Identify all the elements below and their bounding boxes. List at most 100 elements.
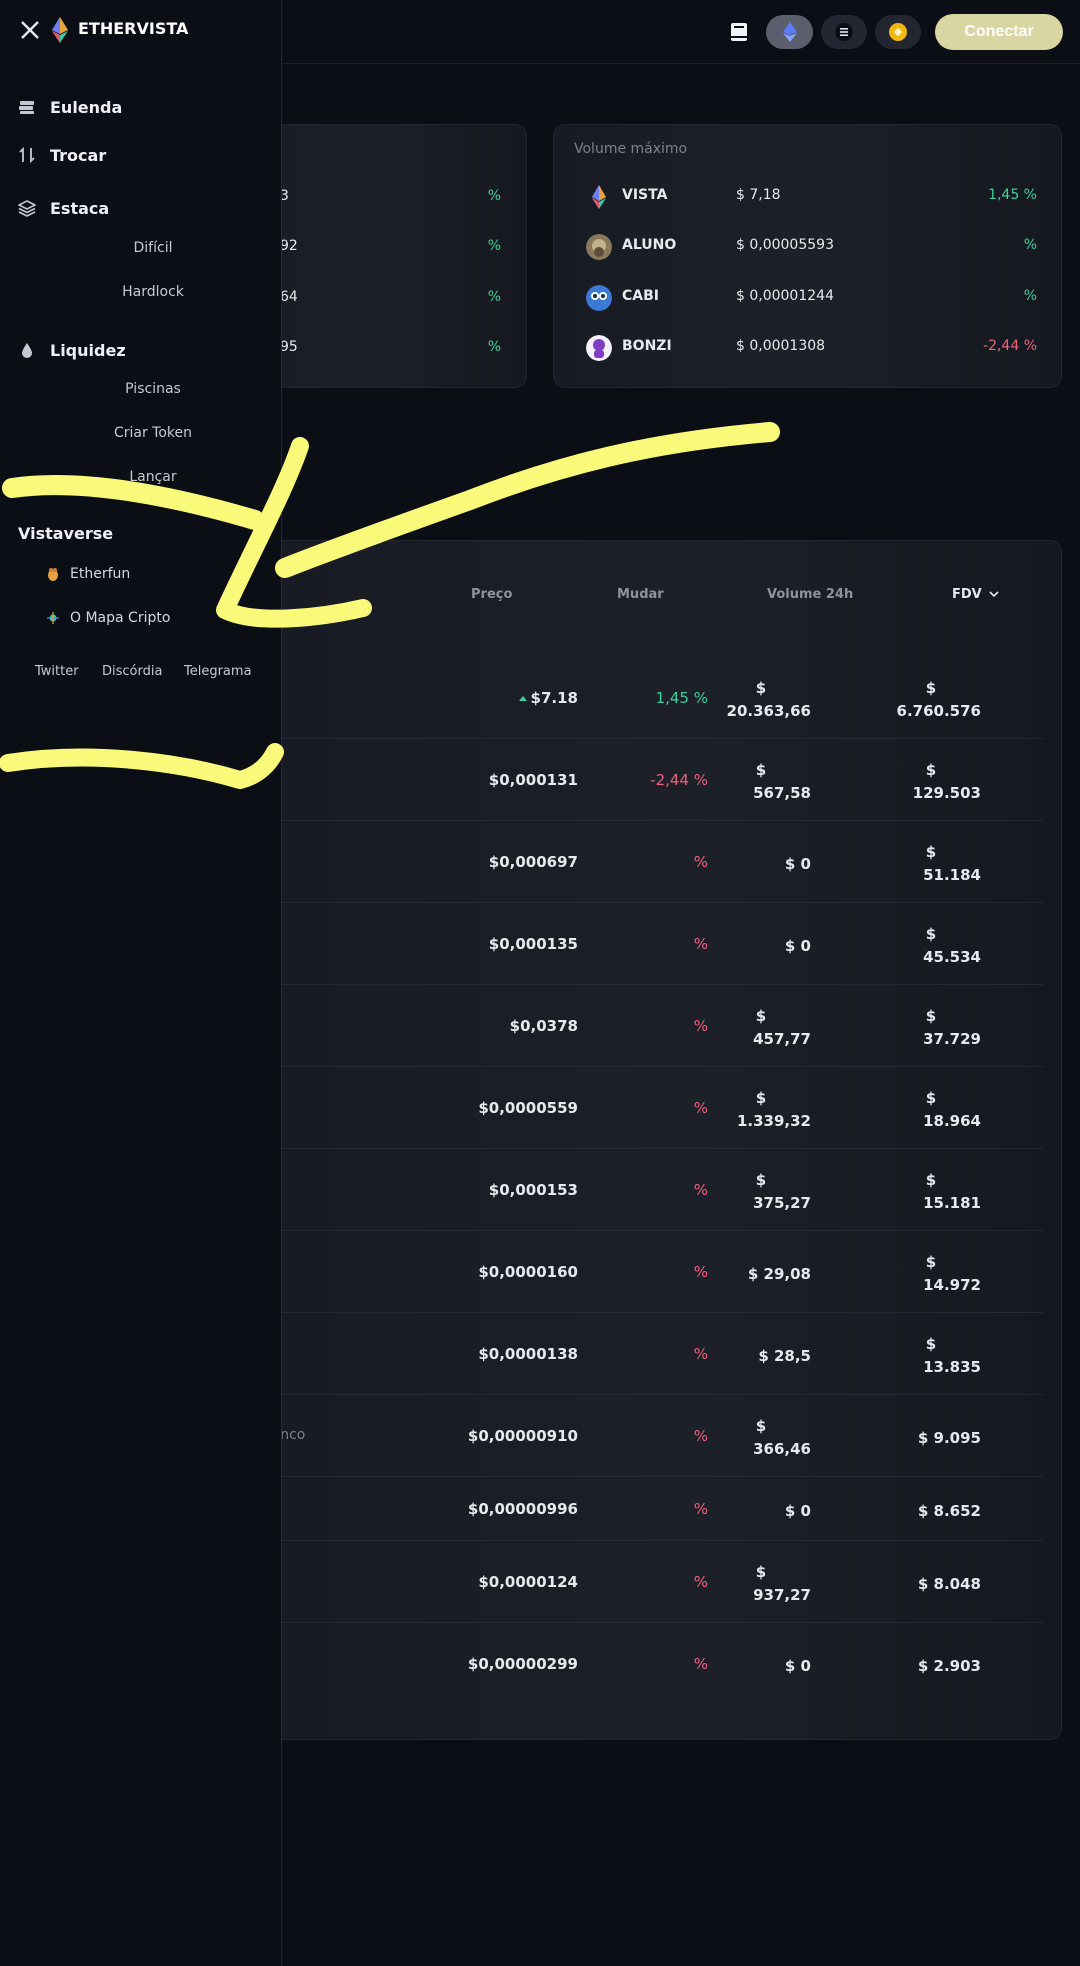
fdv-value: 18.964 bbox=[923, 1112, 981, 1130]
table-row[interactable]: $0,00000996% $ 0 $ 8.652 bbox=[221, 1477, 1043, 1541]
app-link-mapa-cripto[interactable]: O Mapa Cripto bbox=[46, 607, 170, 629]
cabi-token-icon bbox=[586, 285, 612, 311]
volume-value: 375,27 bbox=[753, 1194, 811, 1212]
solana-icon bbox=[835, 23, 853, 41]
token-price-value: $0,0000160 bbox=[478, 1263, 578, 1281]
token-volume: $ 0 bbox=[711, 1655, 811, 1678]
token-name: CABI bbox=[622, 288, 659, 304]
table-row[interactable]: $0,000153% $375,27 $15.181 bbox=[221, 1149, 1043, 1231]
sidebar-subitem-hardlock[interactable]: Hardlock bbox=[0, 284, 306, 300]
connect-wallet-button[interactable]: Conectar bbox=[935, 14, 1063, 50]
brand-name[interactable]: ETHERVISTA bbox=[78, 19, 188, 38]
token-price-value: $7.18 bbox=[530, 689, 578, 707]
fdv-value: $ 8.652 bbox=[917, 1502, 981, 1520]
app-link-etherfun[interactable]: Etherfun bbox=[46, 563, 130, 585]
sidebar-subitem-criar-token[interactable]: Criar Token bbox=[0, 425, 306, 441]
aluno-token-icon bbox=[586, 234, 612, 260]
currency-symbol: $ bbox=[925, 843, 937, 861]
token-volume: $375,27 bbox=[711, 1169, 811, 1215]
ethereum-icon bbox=[782, 22, 797, 42]
ethervista-logo-icon bbox=[52, 17, 68, 43]
sidebar-item-estaca[interactable]: Estaca bbox=[18, 195, 109, 221]
left-card-change: % bbox=[487, 238, 501, 254]
token-price: $0,000131 bbox=[489, 771, 578, 789]
app-link-label: O Mapa Cripto bbox=[70, 610, 171, 626]
fdv-value: $ 9.095 bbox=[917, 1429, 981, 1447]
token-row-vista[interactable]: VISTA $ 7,18 1,45 % bbox=[554, 171, 1061, 221]
table-row[interactable]: $7.18 1,45 % $20.363,66 $6.760.576 bbox=[221, 657, 1043, 739]
column-header-volume[interactable]: Volume 24h bbox=[767, 587, 853, 602]
sidebar: ETHERVISTA Eulenda Trocar Estaca Difícil… bbox=[0, 0, 282, 1966]
volume-value: 1.339,32 bbox=[736, 1112, 811, 1130]
table-row[interactable]: io Clippy$0,0378%$457,77$37.729 bbox=[221, 985, 1043, 1067]
top-volume-title: Volume máximo bbox=[574, 141, 688, 157]
table-row[interactable]: lo$0,0000559%$1.339,32$18.964 bbox=[221, 1067, 1043, 1149]
fdv-value: 37.729 bbox=[923, 1030, 981, 1048]
social-link-discord[interactable]: Discórdia bbox=[102, 664, 162, 679]
table-row[interactable]: $0,0000138% $ 28,5 $13.835 bbox=[221, 1313, 1043, 1395]
bnb-icon bbox=[889, 23, 907, 41]
currency-symbol: $ bbox=[755, 679, 767, 697]
token-fdv: $ 8.652 bbox=[881, 1500, 981, 1523]
token-volume: $ 0 bbox=[711, 1500, 811, 1523]
currency-symbol: $ bbox=[925, 679, 937, 697]
sidebar-item-label: Liquidez bbox=[50, 340, 126, 360]
close-icon[interactable] bbox=[18, 18, 42, 42]
droplet-icon bbox=[22, 343, 32, 358]
token-row-aluno[interactable]: ALUNO $ 0,00005593 % bbox=[554, 221, 1061, 271]
token-change: % bbox=[693, 935, 708, 953]
volume-value: $ 29,08 bbox=[747, 1265, 811, 1283]
sidebar-subitem-piscinas[interactable]: Piscinas bbox=[0, 381, 306, 397]
column-header-fdv[interactable]: FDV bbox=[952, 587, 999, 602]
network-solana-button[interactable] bbox=[821, 15, 867, 49]
network-bnb-button[interactable] bbox=[875, 15, 921, 49]
token-price: $ 0,00005593 bbox=[736, 237, 834, 253]
token-change: % bbox=[693, 1500, 708, 1518]
token-volume: $ 0 bbox=[711, 853, 811, 876]
table-row[interactable]: $0,00000299% $ 0 $ 2.903 bbox=[221, 1623, 1043, 1705]
volume-value: $ 0 bbox=[784, 937, 811, 955]
sidebar-item-eulenda[interactable]: Eulenda bbox=[18, 94, 122, 120]
left-card-price: 95 bbox=[280, 339, 298, 355]
vista-token-icon bbox=[592, 185, 606, 209]
token-name: VISTA bbox=[622, 187, 668, 203]
sidebar-item-liquidez[interactable]: Liquidez bbox=[18, 337, 126, 363]
layers-icon bbox=[18, 200, 36, 217]
token-row-bonzi[interactable]: BONZI $ 0,0001308 -2,44 % bbox=[554, 322, 1061, 372]
social-link-telegram[interactable]: Telegrama bbox=[184, 664, 252, 679]
network-ethereum-button[interactable] bbox=[766, 15, 813, 49]
column-header-change[interactable]: Mudar bbox=[617, 587, 664, 602]
token-price-value: $0,00000996 bbox=[467, 1500, 578, 1518]
currency-symbol: $ bbox=[755, 1563, 767, 1581]
token-row-cabi[interactable]: CABI $ 0,00001244 % bbox=[554, 272, 1061, 322]
chevron-down-icon bbox=[989, 591, 999, 598]
etherfun-icon bbox=[48, 568, 58, 581]
sidebar-subitem-lancar[interactable]: Lançar bbox=[0, 469, 306, 485]
sidebar-item-label: Trocar bbox=[50, 145, 107, 165]
swap-icon bbox=[19, 146, 35, 164]
table-row[interactable]: gato branco$0,00000910%$366,46$ 9.095 bbox=[221, 1395, 1043, 1477]
token-change: % bbox=[1023, 237, 1037, 253]
token-change: % bbox=[693, 1017, 708, 1035]
book-icon[interactable] bbox=[730, 22, 748, 42]
volume-value: 937,27 bbox=[753, 1586, 811, 1604]
token-volume: $366,46 bbox=[711, 1415, 811, 1461]
table-row[interactable]: $0,000131 -2,44 % $567,58 $129.503 bbox=[221, 739, 1043, 821]
table-row[interactable]: $0,0000160% $ 29,08 $14.972 bbox=[221, 1231, 1043, 1313]
token-fdv: $15.181 bbox=[881, 1169, 981, 1215]
token-fdv: $ 8.048 bbox=[881, 1573, 981, 1596]
table-row[interactable]: $0,0000124% $937,27 $ 8.048 bbox=[221, 1541, 1043, 1623]
token-fdv: $6.760.576 bbox=[881, 677, 981, 723]
social-link-twitter[interactable]: Twitter bbox=[35, 664, 79, 679]
table-row[interactable]: $0,000697% $ 0 $51.184 bbox=[221, 821, 1043, 903]
token-name: ALUNO bbox=[622, 237, 677, 253]
sidebar-item-trocar[interactable]: Trocar bbox=[18, 142, 106, 168]
token-volume: $1.339,32 bbox=[711, 1087, 811, 1133]
table-row[interactable]: $0,000135% $ 0 $45.534 bbox=[221, 903, 1043, 985]
currency-symbol: $ bbox=[925, 1007, 937, 1025]
sidebar-subitem-dificil[interactable]: Difícil bbox=[0, 240, 306, 256]
column-header-price[interactable]: Preço bbox=[471, 587, 512, 602]
token-price-value: $0,00000299 bbox=[467, 1655, 578, 1673]
token-change: 1,45 % bbox=[988, 187, 1037, 203]
currency-symbol: $ bbox=[755, 1417, 767, 1435]
